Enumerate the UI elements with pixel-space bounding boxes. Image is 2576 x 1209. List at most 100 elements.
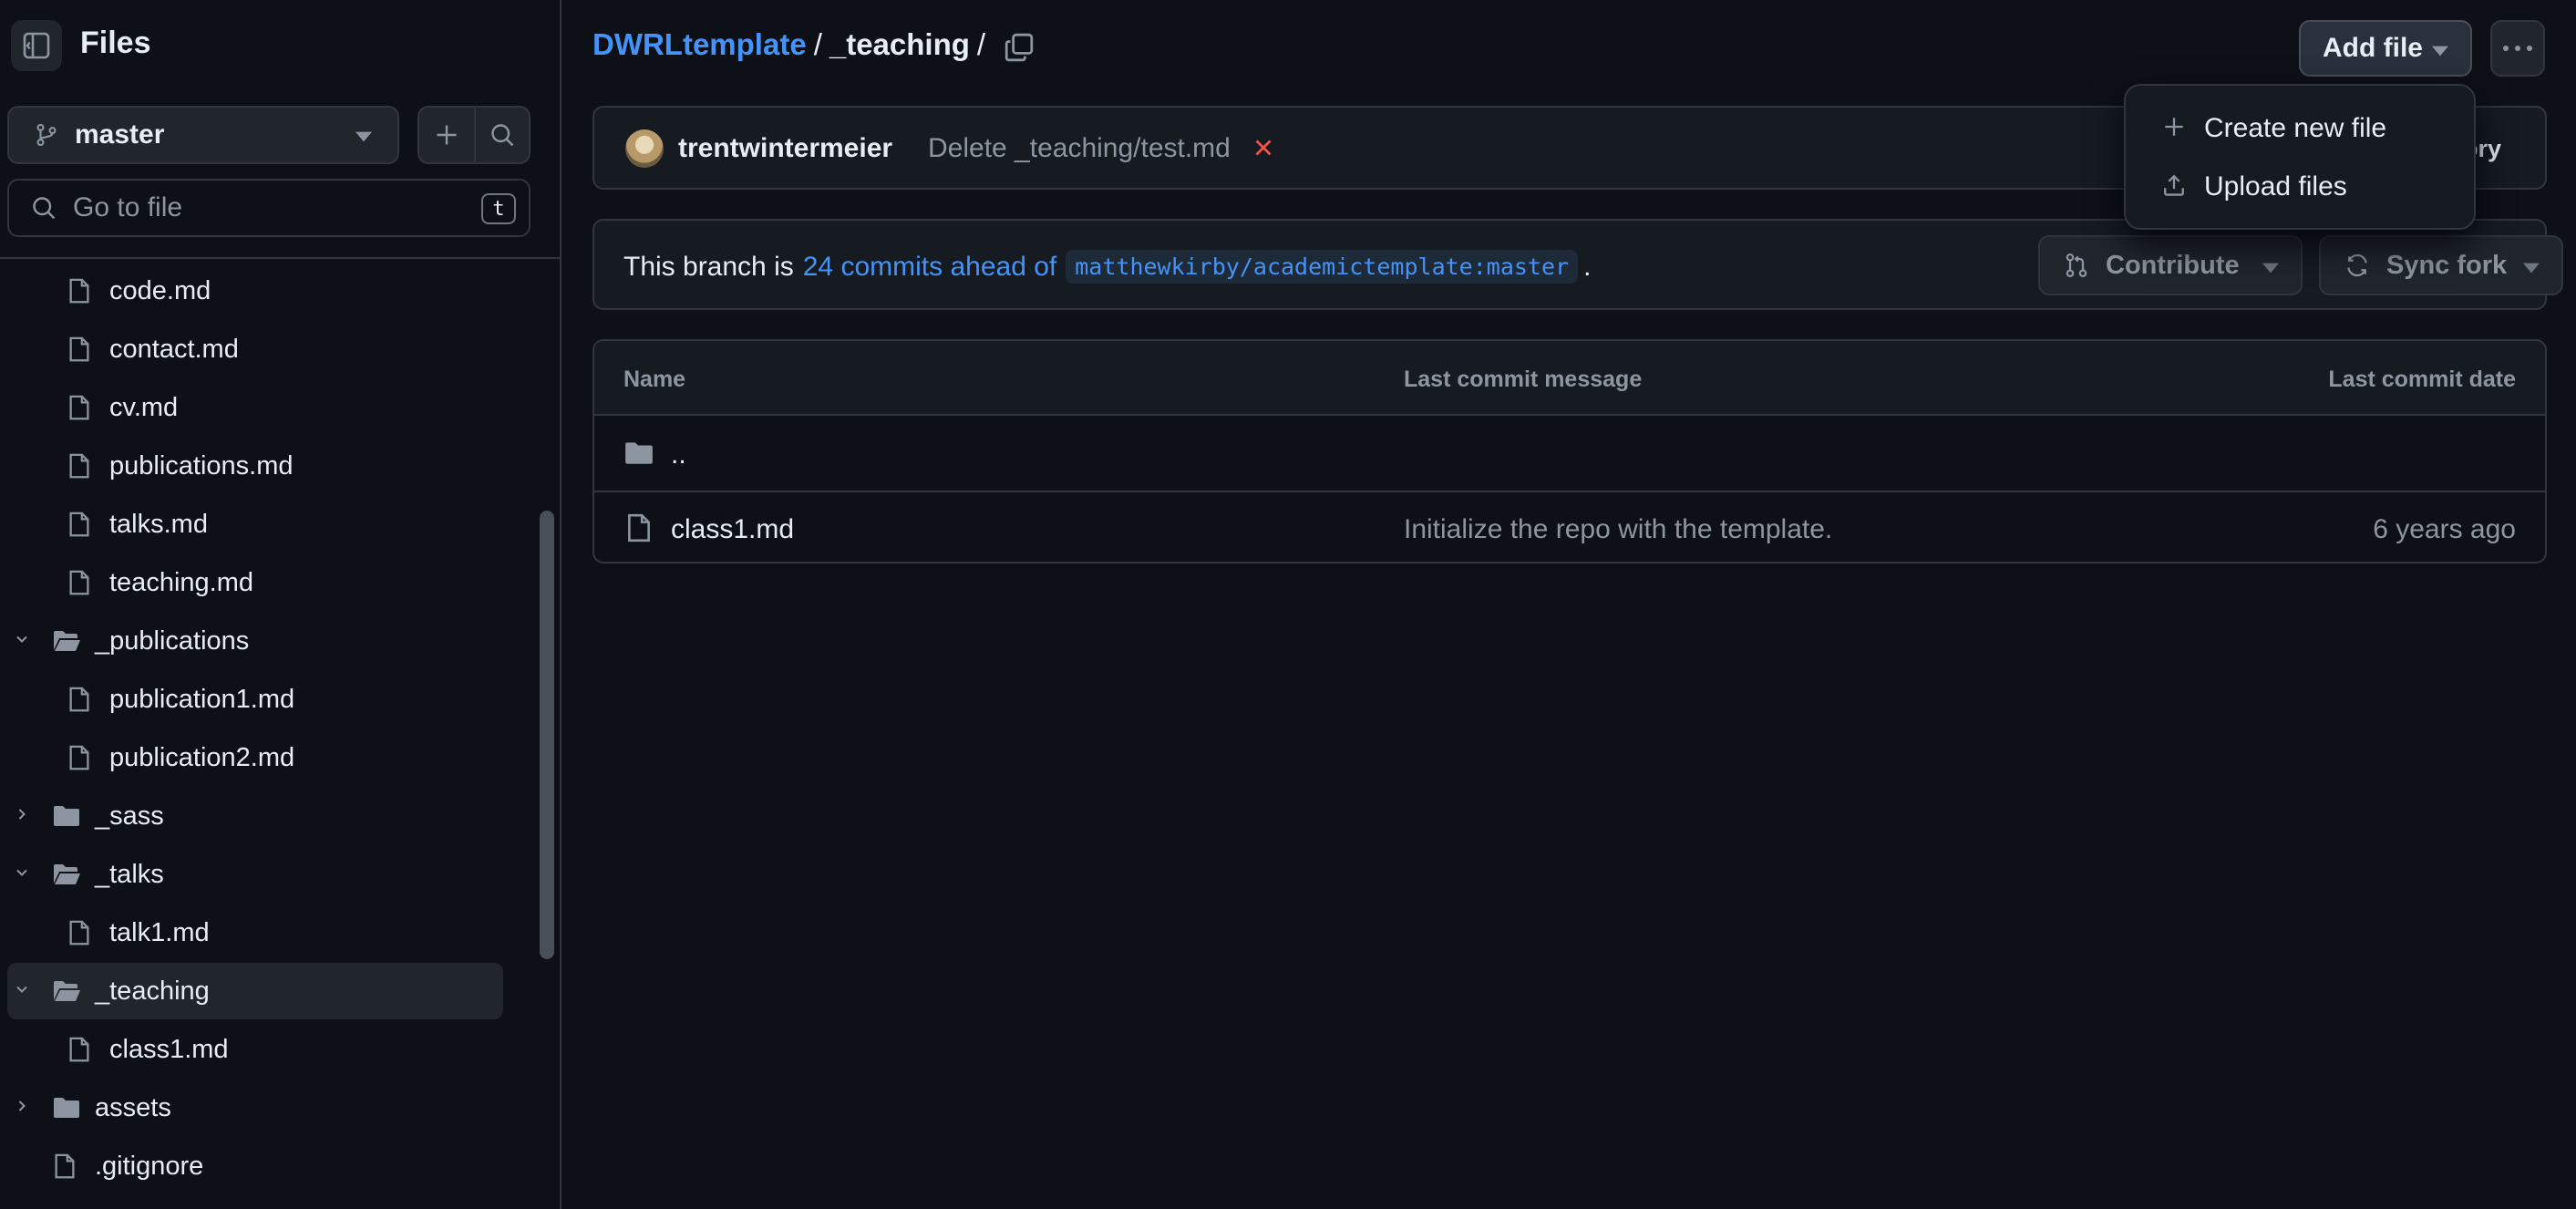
- tree-item-label: assets: [95, 1093, 171, 1122]
- tree-folder-item[interactable]: _teaching: [7, 963, 503, 1019]
- breadcrumb-repo-link[interactable]: DWRLtemplate: [592, 27, 807, 62]
- chevron-down-icon[interactable]: [13, 863, 31, 882]
- git-branch-icon: [35, 122, 58, 148]
- chevron-right-icon[interactable]: [13, 1097, 31, 1115]
- tree-item-label: publications.md: [109, 451, 294, 480]
- tree-item-label: _teaching: [95, 976, 210, 1006]
- breadcrumb: DWRLtemplate / _teaching /: [592, 27, 993, 62]
- sync-icon: [2344, 253, 2370, 278]
- branch-selector-button[interactable]: master: [7, 106, 399, 164]
- menu-item-upload-files[interactable]: Upload files: [2133, 157, 2468, 213]
- file-name-link[interactable]: class1.md: [671, 514, 794, 545]
- avatar[interactable]: [625, 129, 664, 168]
- caret-down-icon: [2432, 46, 2448, 57]
- tree-item-label: _sass: [95, 801, 164, 831]
- file-icon: [66, 510, 93, 539]
- git-pull-request-icon: [2064, 253, 2089, 278]
- more-options-button[interactable]: [2490, 20, 2545, 77]
- folder-icon: [51, 801, 82, 831]
- commit-message-link[interactable]: Initialize the repo with the template.: [1404, 514, 1832, 545]
- tree-folder-item[interactable]: _sass: [7, 788, 503, 844]
- sidebar-scrollbar-thumb[interactable]: [540, 511, 554, 959]
- chevron-down-icon[interactable]: [13, 630, 31, 648]
- file-tree-sidebar: Files master Go to file t code.md contac…: [0, 0, 562, 1209]
- branch-compare-text: This branch is 24 commits ahead of matth…: [623, 250, 1591, 284]
- tree-file-item[interactable]: teaching.md: [7, 554, 503, 611]
- add-file-button[interactable]: Add file: [2299, 20, 2472, 77]
- folder-icon: [623, 438, 654, 469]
- tree-file-item[interactable]: cv.md: [7, 379, 503, 436]
- file-icon: [66, 276, 93, 305]
- file-icon: [66, 568, 93, 597]
- file-icon: [623, 512, 654, 543]
- collapse-sidebar-button[interactable]: [11, 20, 62, 71]
- plus-icon: [434, 122, 459, 148]
- check-failed-x-icon[interactable]: [1252, 137, 1274, 159]
- sync-fork-label: Sync fork: [2386, 250, 2508, 280]
- file-icon: [66, 918, 93, 947]
- go-to-file-input[interactable]: Go to file t: [7, 179, 531, 237]
- column-header-name: Name: [623, 367, 686, 392]
- tree-item-label: talk1.md: [109, 918, 210, 947]
- menu-item-label: Upload files: [2204, 171, 2347, 202]
- file-icon: [66, 335, 93, 364]
- sidebar-header: Files: [0, 0, 562, 95]
- breadcrumb-separator: /: [976, 27, 986, 61]
- chevron-down-icon[interactable]: [13, 980, 31, 998]
- copy-icon: [1004, 32, 1035, 63]
- tree-item-label: publication1.md: [109, 685, 295, 714]
- commit-message-link[interactable]: Delete _teaching/test.md: [928, 133, 1231, 164]
- tree-item-label: .gitignore: [95, 1152, 204, 1181]
- add-file-sidebar-button[interactable]: [419, 108, 474, 162]
- tree-file-item[interactable]: .gitignore: [7, 1138, 503, 1194]
- branch-status-suffix: .: [1583, 251, 1592, 282]
- sync-fork-button[interactable]: Sync fork: [2319, 235, 2563, 295]
- tree-folder-item[interactable]: _talks: [7, 846, 503, 903]
- tree-file-item[interactable]: class1.md: [7, 1021, 503, 1078]
- sidebar-collapse-icon: [22, 31, 51, 60]
- add-file-label: Add file: [2323, 33, 2423, 63]
- commit-date: 6 years ago: [2373, 514, 2516, 544]
- upstream-branch-link[interactable]: matthewkirby/academictemplate:master: [1066, 250, 1579, 284]
- tree-item-label: _talks: [95, 860, 164, 889]
- tree-file-item[interactable]: talks.md: [7, 496, 503, 553]
- file-tree: code.md contact.md cv.md publications.md tal…: [0, 259, 536, 1209]
- directory-file-table: Name Last commit message Last commit dat…: [592, 339, 2547, 563]
- breadcrumb-separator: /: [813, 27, 822, 61]
- contribute-button[interactable]: Contribute: [2038, 235, 2303, 295]
- tree-file-item[interactable]: code.md: [7, 263, 503, 319]
- commits-ahead-link[interactable]: 24 commits ahead of: [803, 252, 1056, 283]
- keyboard-shortcut-badge: t: [481, 193, 516, 224]
- tree-file-item[interactable]: publication1.md: [7, 671, 503, 728]
- plus-icon: [2162, 115, 2186, 139]
- tree-file-item[interactable]: contact.md: [7, 321, 503, 377]
- table-row-parent-directory[interactable]: ..: [594, 418, 2545, 491]
- folder-open-icon: [51, 860, 82, 889]
- file-icon: [66, 1035, 93, 1064]
- go-to-file-placeholder: Go to file: [73, 192, 183, 222]
- kebab-horizontal-icon: [2502, 45, 2533, 52]
- tree-item-label: class1.md: [109, 1035, 229, 1064]
- parent-directory-link[interactable]: ..: [671, 439, 686, 470]
- copy-path-button[interactable]: [1001, 29, 1037, 66]
- search-icon: [489, 122, 515, 148]
- commit-author-link[interactable]: trentwintermeier: [678, 133, 892, 164]
- branch-status-prefix: This branch is: [623, 251, 794, 282]
- table-row[interactable]: class1.md Initialize the repo with the t…: [594, 491, 2545, 562]
- chevron-right-icon[interactable]: [13, 805, 31, 823]
- tree-item-label: _publications: [95, 626, 250, 656]
- tree-item-label: publication2.md: [109, 743, 295, 772]
- tree-file-item[interactable]: publications.md: [7, 438, 503, 494]
- caret-down-icon: [355, 131, 372, 142]
- folder-open-icon: [51, 626, 82, 656]
- search-sidebar-button[interactable]: [473, 108, 529, 162]
- menu-item-create-new-file[interactable]: Create new file: [2133, 98, 2468, 155]
- upload-icon: [2162, 173, 2186, 197]
- tree-file-item[interactable]: publication2.md: [7, 729, 503, 786]
- tree-folder-item[interactable]: assets: [7, 1080, 503, 1136]
- tree-file-item[interactable]: talk1.md: [7, 904, 503, 961]
- file-icon: [66, 685, 93, 714]
- tree-folder-item[interactable]: _publications: [7, 613, 503, 669]
- sidebar-action-group: [417, 106, 531, 164]
- tree-item-label: contact.md: [109, 335, 239, 364]
